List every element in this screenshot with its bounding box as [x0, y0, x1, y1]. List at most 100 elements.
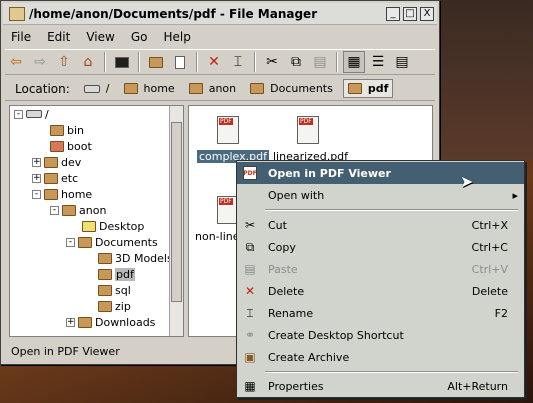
folder-icon	[78, 236, 92, 248]
tree-item-sql[interactable]: sql	[98, 282, 131, 298]
menu-copy[interactable]: ⧉ Copy Ctrl+C	[237, 236, 524, 258]
tree-item-downloads[interactable]: + Downloads	[66, 314, 155, 330]
pdf-file-icon[interactable]: PDF	[297, 116, 319, 144]
menu-item-shortcut: Alt+Return	[447, 379, 508, 393]
toolbar-separator	[254, 52, 256, 72]
toolbar-separator	[336, 52, 338, 72]
menu-open-with[interactable]: Open with ▸	[237, 184, 524, 206]
title-bar[interactable]: /home/anon/Documents/pdf - File Manager …	[3, 3, 437, 25]
terminal-icon[interactable]	[111, 51, 133, 73]
folder-icon	[44, 188, 58, 200]
crumb-root[interactable]: /	[80, 80, 114, 97]
tree-label: dev	[61, 155, 82, 169]
menu-properties[interactable]: ▦ Properties Alt+Return	[237, 375, 524, 397]
toolbar: ⇦ ⇨ ⇧ ⌂ ✕ ⌶ ✂ ⧉ ▤ ▦ ☰ ▤	[5, 49, 435, 75]
tree-item-dev[interactable]: + dev	[32, 154, 81, 170]
delete-icon[interactable]: ✕	[203, 51, 225, 73]
menu-item-label: Delete	[268, 284, 305, 298]
crumb-label: Documents	[270, 82, 333, 95]
folder-icon	[50, 124, 64, 136]
collapse-icon[interactable]: -	[14, 109, 23, 119]
paste-icon[interactable]: ▤	[309, 51, 331, 73]
menu-bar: File Edit View Go Help	[5, 28, 435, 46]
expand-icon[interactable]: +	[32, 173, 41, 183]
menu-create-shortcut[interactable]: ⚭ Create Desktop Shortcut	[237, 324, 524, 346]
crumb-pdf[interactable]: pdf	[342, 79, 394, 98]
detail-view-icon[interactable]: ▤	[391, 51, 413, 73]
list-view-icon[interactable]: ☰	[367, 51, 389, 73]
crumb-home[interactable]: home	[120, 80, 179, 97]
menu-go[interactable]: Go	[125, 30, 158, 44]
copy-icon[interactable]: ⧉	[285, 51, 307, 73]
crumb-label: anon	[208, 82, 237, 95]
menu-edit[interactable]: Edit	[41, 30, 80, 44]
close-button[interactable]: X	[420, 6, 434, 21]
toolbar-separator	[138, 52, 140, 72]
toolbar-separator	[196, 52, 198, 72]
menu-item-label: Open in PDF Viewer	[268, 166, 391, 180]
tree-label: Downloads	[95, 315, 156, 329]
collapse-icon[interactable]: -	[66, 237, 75, 247]
forward-icon[interactable]: ⇨	[29, 51, 51, 73]
crumb-anon[interactable]: anon	[185, 80, 240, 97]
toolbar-separator	[104, 52, 106, 72]
tree-item-root[interactable]: - /	[14, 106, 49, 122]
location-bar: Location: / home anon Documents pdf	[5, 77, 435, 101]
menu-open-pdf-viewer[interactable]: PDF Open in PDF Viewer	[237, 162, 524, 184]
tree-label: boot	[67, 139, 92, 153]
shortcut-icon: ⚭	[244, 328, 256, 342]
tree-label: zip	[115, 299, 131, 313]
tree-item-zip[interactable]: zip	[98, 298, 131, 314]
back-icon[interactable]: ⇦	[5, 51, 27, 73]
crumb-label: home	[143, 82, 175, 95]
menu-cut[interactable]: ✂ Cut Ctrl+X	[237, 214, 524, 236]
tree-item-anon[interactable]: - anon	[50, 202, 106, 218]
tree-label: anon	[79, 203, 107, 217]
scrollbar-thumb[interactable]	[171, 122, 182, 302]
menu-delete[interactable]: ✕ Delete Delete	[237, 280, 524, 302]
folder-icon	[44, 172, 58, 184]
collapse-icon[interactable]: -	[32, 189, 41, 199]
tree-item-desktop[interactable]: Desktop	[82, 218, 144, 234]
crumb-documents[interactable]: Documents	[246, 80, 337, 97]
minimize-button[interactable]: _	[386, 6, 400, 21]
tree-item-documents[interactable]: - Documents	[66, 234, 158, 250]
menu-item-shortcut: Ctrl+V	[471, 262, 508, 276]
collapse-icon[interactable]: -	[50, 205, 59, 215]
folder-icon	[98, 300, 112, 312]
tree-item-3d-models[interactable]: 3D Models	[98, 250, 173, 266]
submenu-arrow-icon: ▸	[512, 188, 518, 202]
menu-item-shortcut: F2	[494, 306, 508, 320]
pdf-file-icon[interactable]: PDF	[217, 116, 239, 144]
menu-help[interactable]: Help	[157, 30, 200, 44]
rename-icon[interactable]: ⌶	[227, 51, 249, 73]
tree-label: bin	[67, 123, 85, 137]
new-folder-icon[interactable]	[145, 51, 167, 73]
folder-icon	[123, 83, 138, 94]
file-label[interactable]: non-line	[195, 230, 240, 243]
tree-item-pdf[interactable]: pdf	[98, 266, 135, 282]
maximize-button[interactable]: □	[403, 6, 417, 21]
tree-item-etc[interactable]: + etc	[32, 170, 78, 186]
icon-view-icon[interactable]: ▦	[343, 51, 365, 73]
tree-item-boot[interactable]: boot	[50, 138, 92, 154]
expand-icon[interactable]: +	[32, 157, 41, 167]
menu-paste[interactable]: ▤ Paste Ctrl+V	[237, 258, 524, 280]
tree-item-home[interactable]: - home	[32, 186, 92, 202]
menu-view[interactable]: View	[80, 30, 124, 44]
copy-icon: ⧉	[245, 239, 255, 254]
new-file-icon[interactable]	[169, 51, 191, 73]
menu-file[interactable]: File	[5, 30, 41, 44]
context-menu: PDF Open in PDF Viewer Open with ▸ ✂ Cut…	[236, 160, 525, 398]
tree-label: Desktop	[99, 219, 145, 233]
home-icon[interactable]: ⌂	[77, 51, 99, 73]
cut-icon[interactable]: ✂	[261, 51, 283, 73]
crumb-label: /	[105, 82, 110, 95]
menu-item-label: Create Desktop Shortcut	[268, 328, 404, 342]
menu-create-archive[interactable]: ▣ Create Archive	[237, 346, 524, 368]
up-icon[interactable]: ⇧	[53, 51, 75, 73]
expand-icon[interactable]: +	[66, 317, 75, 327]
tree-scrollbar[interactable]	[169, 106, 183, 336]
menu-rename[interactable]: ⌶ Rename F2	[237, 302, 524, 324]
tree-item-bin[interactable]: bin	[50, 122, 84, 138]
